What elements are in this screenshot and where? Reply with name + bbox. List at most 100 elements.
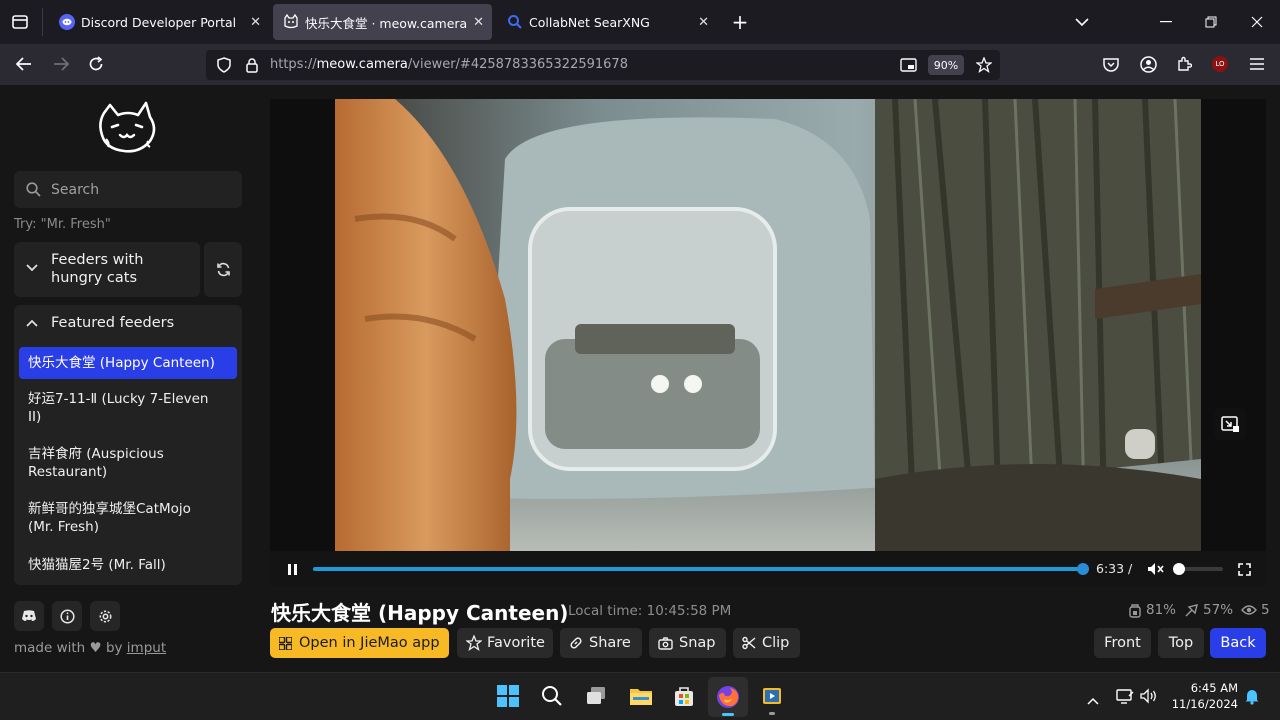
pip-icon[interactable] [898,55,918,75]
battery-icon [1184,603,1199,618]
snap-label: Snap [679,635,716,651]
new-tab-icon[interactable]: + [730,10,750,34]
file-explorer-button[interactable] [629,685,653,709]
snap-button[interactable]: Snap [649,628,726,658]
hungry-label-line2: hungry cats [51,270,138,286]
info-button[interactable] [52,601,82,631]
progress-thumb[interactable] [1077,563,1089,575]
store-button[interactable] [673,685,697,709]
settings-button[interactable] [90,601,120,631]
store-icon [673,685,697,707]
link-icon [569,636,583,650]
sidebar: Search Try: "Mr. Fresh" Feeders with hun… [0,85,255,672]
account-icon[interactable] [1138,54,1158,74]
feeder-item-mr-fresh[interactable]: 新鲜哥的独享城堡CatMojo (Mr. Fresh) [19,493,237,543]
gear-icon [98,609,113,624]
footer-credit: made with ♥ by imput [14,640,166,656]
scissors-icon [742,636,756,650]
tab-discord[interactable]: Discord Developer Portal ✕ [49,4,269,40]
restore-icon[interactable] [1201,12,1221,32]
muted-speaker-icon [1147,562,1164,576]
task-view-icon [585,685,609,707]
shield-icon[interactable] [214,55,234,75]
forward-arrow-icon[interactable] [51,54,71,74]
open-app-button[interactable]: Open in JieMao app [270,628,449,658]
lock-icon[interactable] [242,55,262,75]
pip-toggle-button[interactable] [1214,408,1246,440]
feeder-label-2: Restaurant) [28,464,108,480]
start-button[interactable] [497,685,521,709]
tab-meow-camera[interactable]: 快乐大食堂 · meow.camera ✕ [273,4,492,40]
local-time: Local time: 10:45:58 PM [568,603,732,619]
close-window-icon[interactable] [1247,12,1267,32]
url-text[interactable]: https://meow.camera/viewer/#425878336532… [270,57,628,72]
close-icon[interactable]: ✕ [473,15,484,30]
pocket-icon[interactable] [1101,54,1121,74]
firefox-icon [716,685,740,709]
feeder-item-mr-fall[interactable]: 快猫猫屋2号 (Mr. Fall) [19,548,237,582]
favorite-label: Favorite [487,635,545,651]
media-player-button[interactable] [761,685,785,715]
time-display: 6:33 / [1096,561,1133,576]
tab-bar: Discord Developer Portal ✕ 快乐大食堂 · meow.… [0,0,1280,44]
by-text: by [105,640,123,656]
feeder-stats: 81% 57% 5 [1128,602,1270,618]
close-icon[interactable]: ✕ [250,15,261,30]
refresh-button[interactable] [204,242,242,297]
extensions-icon[interactable] [1174,54,1194,74]
mute-button[interactable] [1145,559,1165,579]
open-indicator [769,712,775,715]
site-logo[interactable] [96,101,160,157]
notification-bell-icon[interactable] [1244,688,1262,706]
camera-feed[interactable] [335,99,1201,551]
volume-thumb[interactable] [1173,563,1185,575]
tab-searxng[interactable]: CollabNet SearXNG ✕ [497,4,717,40]
feeder-label: 快乐大食堂 (Happy Canteen) [28,355,215,371]
progress-track[interactable] [313,563,1089,575]
feeder-item-lucky-7-eleven[interactable]: 好运7-11-Ⅱ (Lucky 7-Eleven II) [19,383,237,433]
view-front-button[interactable]: Front [1094,628,1151,658]
url-bar[interactable]: https://meow.camera/viewer/#425878336532… [206,50,1000,80]
featured-feeders-toggle[interactable]: Featured feeders [14,305,242,343]
volume-slider[interactable] [1173,563,1223,575]
minimize-icon[interactable] [1156,12,1176,32]
reload-icon[interactable] [86,54,106,74]
discord-button[interactable] [14,601,44,631]
pause-icon [287,563,297,575]
feeder-label: 快猫猫屋2号 (Mr. Fall) [28,557,166,573]
food-level-icon [1128,603,1142,618]
chevron-down-icon[interactable] [1072,12,1092,32]
top-label: Top [1168,635,1194,651]
zoom-level[interactable]: 90% [928,55,964,75]
chevron-up-icon [26,319,38,327]
tray-chevron-icon[interactable] [1087,690,1101,705]
feeder-item-auspicious-restaurant[interactable]: 吉祥食府 (Auspicious Restaurant) [19,438,237,488]
view-back-button[interactable]: Back [1210,628,1266,658]
menu-icon[interactable] [1247,54,1267,74]
taskbar-search-button[interactable] [541,685,565,709]
pause-button[interactable] [283,560,301,578]
network-icon[interactable] [1116,688,1134,706]
app-grid-icon [279,636,292,650]
view-top-button[interactable]: Top [1158,628,1204,658]
share-button[interactable]: Share [560,628,642,658]
clip-button[interactable]: Clip [733,628,800,658]
volume-icon[interactable] [1140,688,1158,706]
tab-overview-icon[interactable] [10,12,30,32]
close-icon[interactable]: ✕ [698,15,709,30]
author-link[interactable]: imput [127,640,166,656]
system-clock[interactable]: 6:45 AM 11/16/2024 [1168,680,1238,712]
back-arrow-icon[interactable] [14,54,34,74]
ublock-icon[interactable]: LO [1212,56,1228,72]
star-icon[interactable] [974,55,994,75]
windows-icon [497,685,521,707]
task-view-button[interactable] [585,685,609,709]
firefox-taskbar-button[interactable] [708,677,748,717]
fullscreen-button[interactable] [1234,559,1254,579]
feeder-item-happy-canteen[interactable]: 快乐大食堂 (Happy Canteen) [19,347,237,379]
favorite-button[interactable]: Favorite [457,628,553,658]
video-player[interactable]: 6:33 / [270,99,1266,586]
discord-icon [59,14,75,30]
search-input[interactable]: Search [14,171,242,208]
hungry-feeders-toggle[interactable]: Feeders with hungry cats [14,242,200,297]
